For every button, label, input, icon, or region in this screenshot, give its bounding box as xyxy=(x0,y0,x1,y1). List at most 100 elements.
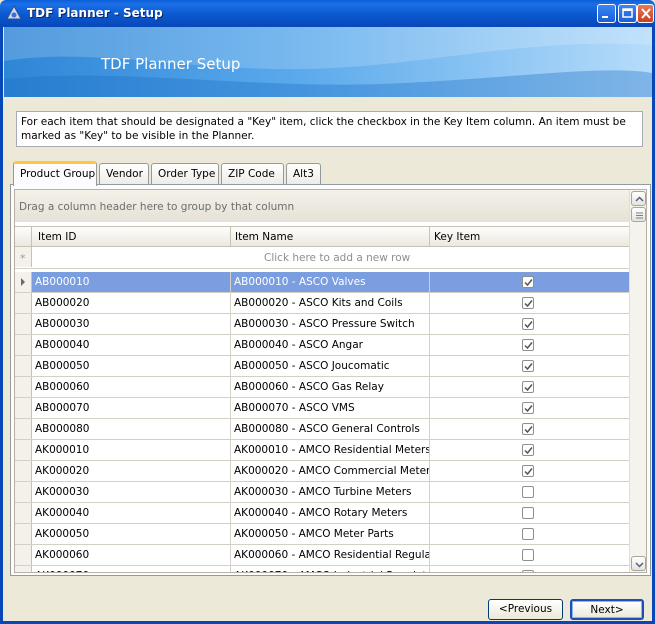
cell-key-item xyxy=(430,419,630,439)
key-item-checkbox[interactable] xyxy=(522,423,534,435)
column-header-item-id[interactable]: Item ID xyxy=(32,227,231,247)
table-row[interactable]: AK000030 AK000030 - AMCO Turbine Meters xyxy=(15,482,630,503)
row-indicator[interactable] xyxy=(15,419,32,439)
table-row[interactable]: AB000080 AB000080 - ASCO General Controls xyxy=(15,419,630,440)
key-item-checkbox[interactable] xyxy=(522,444,534,456)
table-row[interactable]: AK000040 AK000040 - AMCO Rotary Meters xyxy=(15,503,630,524)
row-indicator[interactable] xyxy=(15,377,32,397)
cell-key-item xyxy=(430,356,630,376)
key-item-checkbox[interactable] xyxy=(522,381,534,393)
key-item-checkbox[interactable] xyxy=(522,507,534,519)
group-by-panel[interactable]: Drag a column header here to group by th… xyxy=(15,190,630,222)
key-item-checkbox[interactable] xyxy=(522,276,534,288)
scroll-down-button[interactable] xyxy=(631,556,646,571)
row-indicator[interactable] xyxy=(15,314,32,334)
cell-item-name[interactable]: AK000050 - AMCO Meter Parts xyxy=(231,524,430,544)
scroll-thumb[interactable] xyxy=(631,207,646,222)
key-item-checkbox[interactable] xyxy=(522,339,534,351)
row-indicator[interactable] xyxy=(15,545,32,565)
cell-item-id[interactable]: AB000070 xyxy=(32,398,231,418)
key-item-checkbox[interactable] xyxy=(522,465,534,477)
row-indicator[interactable] xyxy=(15,440,32,460)
cell-item-name[interactable]: AB000030 - ASCO Pressure Switch xyxy=(231,314,430,334)
cell-item-name[interactable]: AK000010 - AMCO Residential Meters xyxy=(231,440,430,460)
cell-item-id[interactable]: AB000020 xyxy=(32,293,231,313)
table-row[interactable]: AK000070AK000070 - AMCO Industrial Regul… xyxy=(15,566,630,572)
key-item-checkbox[interactable] xyxy=(522,549,534,561)
row-indicator[interactable] xyxy=(15,293,32,313)
cell-item-id[interactable]: AK000070 xyxy=(32,566,231,572)
cell-item-name[interactable]: AB000080 - ASCO General Controls xyxy=(231,419,430,439)
row-indicator[interactable] xyxy=(15,356,32,376)
vertical-scrollbar[interactable] xyxy=(629,190,646,572)
cell-item-name[interactable]: AK000060 - AMCO Residential Regula... xyxy=(231,545,430,565)
previous-button[interactable]: <Previous xyxy=(488,599,563,620)
tab-vendor[interactable]: Vendor xyxy=(99,163,149,185)
table-row[interactable]: AB000030 AB000030 - ASCO Pressure Switch xyxy=(15,314,630,335)
cell-item-id[interactable]: AB000060 xyxy=(32,377,231,397)
row-indicator[interactable] xyxy=(15,503,32,523)
key-item-checkbox[interactable] xyxy=(522,318,534,330)
cell-item-id[interactable]: AB000030 xyxy=(32,314,231,334)
tab-product-group[interactable]: Product Group xyxy=(13,161,97,186)
key-item-checkbox[interactable] xyxy=(522,360,534,372)
key-item-checkbox[interactable] xyxy=(522,570,534,572)
cell-item-name[interactable]: AK000020 - AMCO Commercial Meters xyxy=(231,461,430,481)
table-row[interactable]: AB000010 AB000010 - ASCO Valves xyxy=(15,272,630,293)
title-bar[interactable]: TDF Planner - Setup xyxy=(0,0,655,27)
cell-item-name[interactable]: AB000050 - ASCO Joucomatic xyxy=(231,356,430,376)
row-indicator[interactable] xyxy=(15,482,32,502)
column-header-key-item[interactable]: Key Item xyxy=(430,227,630,247)
row-indicator[interactable] xyxy=(15,461,32,481)
new-row[interactable]: * Click here to add a new row xyxy=(15,247,630,269)
key-item-checkbox[interactable] xyxy=(522,486,534,498)
close-button[interactable] xyxy=(637,4,654,23)
cell-item-name[interactable]: AK000040 - AMCO Rotary Meters xyxy=(231,503,430,523)
row-indicator[interactable] xyxy=(15,398,32,418)
cell-item-id[interactable]: AK000060 xyxy=(32,545,231,565)
checkmark-icon xyxy=(524,447,533,455)
cell-item-id[interactable]: AB000050 xyxy=(32,356,231,376)
table-row[interactable]: AB000020 AB000020 - ASCO Kits and Coils xyxy=(15,293,630,314)
table-row[interactable]: AB000060 AB000060 - ASCO Gas Relay xyxy=(15,377,630,398)
tab-alt3[interactable]: Alt3 xyxy=(286,163,321,185)
row-indicator[interactable] xyxy=(15,566,32,572)
table-row[interactable]: AB000070 AB000070 - ASCO VMS xyxy=(15,398,630,419)
tab-order-type[interactable]: Order Type xyxy=(151,163,219,185)
row-indicator[interactable] xyxy=(15,272,32,292)
cell-item-name[interactable]: AB000060 - ASCO Gas Relay xyxy=(231,377,430,397)
new-row-indicator: * xyxy=(15,247,32,267)
table-row[interactable]: AB000040 AB000040 - ASCO Angar xyxy=(15,335,630,356)
table-row[interactable]: AK000060 AK000060 - AMCO Residential Regu… xyxy=(15,545,630,566)
next-button[interactable]: Next> xyxy=(570,599,644,620)
row-indicator[interactable] xyxy=(15,335,32,355)
cell-item-id[interactable]: AK000010 xyxy=(32,440,231,460)
cell-item-id[interactable]: AK000040 xyxy=(32,503,231,523)
table-row[interactable]: AK000020 AK000020 - AMCO Commercial Meter… xyxy=(15,461,630,482)
table-row[interactable]: AB000050 AB000050 - ASCO Joucomatic xyxy=(15,356,630,377)
cell-item-name[interactable]: AB000010 - ASCO Valves xyxy=(231,272,430,292)
tab-zip-code[interactable]: ZIP Code xyxy=(221,163,284,185)
cell-item-name[interactable]: AB000040 - ASCO Angar xyxy=(231,335,430,355)
grip-icon xyxy=(636,212,643,219)
scroll-up-button[interactable] xyxy=(631,191,646,206)
table-row[interactable]: AK000010 AK000010 - AMCO Residential Mete… xyxy=(15,440,630,461)
key-item-checkbox[interactable] xyxy=(522,297,534,309)
cell-item-name[interactable]: AB000070 - ASCO VMS xyxy=(231,398,430,418)
cell-item-id[interactable]: AK000020 xyxy=(32,461,231,481)
column-header-item-name[interactable]: Item Name xyxy=(231,227,430,247)
cell-item-id[interactable]: AK000030 xyxy=(32,482,231,502)
maximize-button[interactable] xyxy=(618,4,637,23)
cell-item-id[interactable]: AK000050 xyxy=(32,524,231,544)
row-indicator[interactable] xyxy=(15,524,32,544)
key-item-checkbox[interactable] xyxy=(522,402,534,414)
minimize-button[interactable] xyxy=(597,4,616,23)
cell-item-name[interactable]: AK000030 - AMCO Turbine Meters xyxy=(231,482,430,502)
cell-item-name[interactable]: AB000020 - ASCO Kits and Coils xyxy=(231,293,430,313)
cell-item-id[interactable]: AB000010 xyxy=(32,272,231,292)
cell-item-id[interactable]: AB000040 xyxy=(32,335,231,355)
table-row[interactable]: AK000050 AK000050 - AMCO Meter Parts xyxy=(15,524,630,545)
cell-item-id[interactable]: AB000080 xyxy=(32,419,231,439)
cell-item-name[interactable]: AK000070 - AMCO Industrial Regulat... xyxy=(231,566,430,572)
key-item-checkbox[interactable] xyxy=(522,528,534,540)
